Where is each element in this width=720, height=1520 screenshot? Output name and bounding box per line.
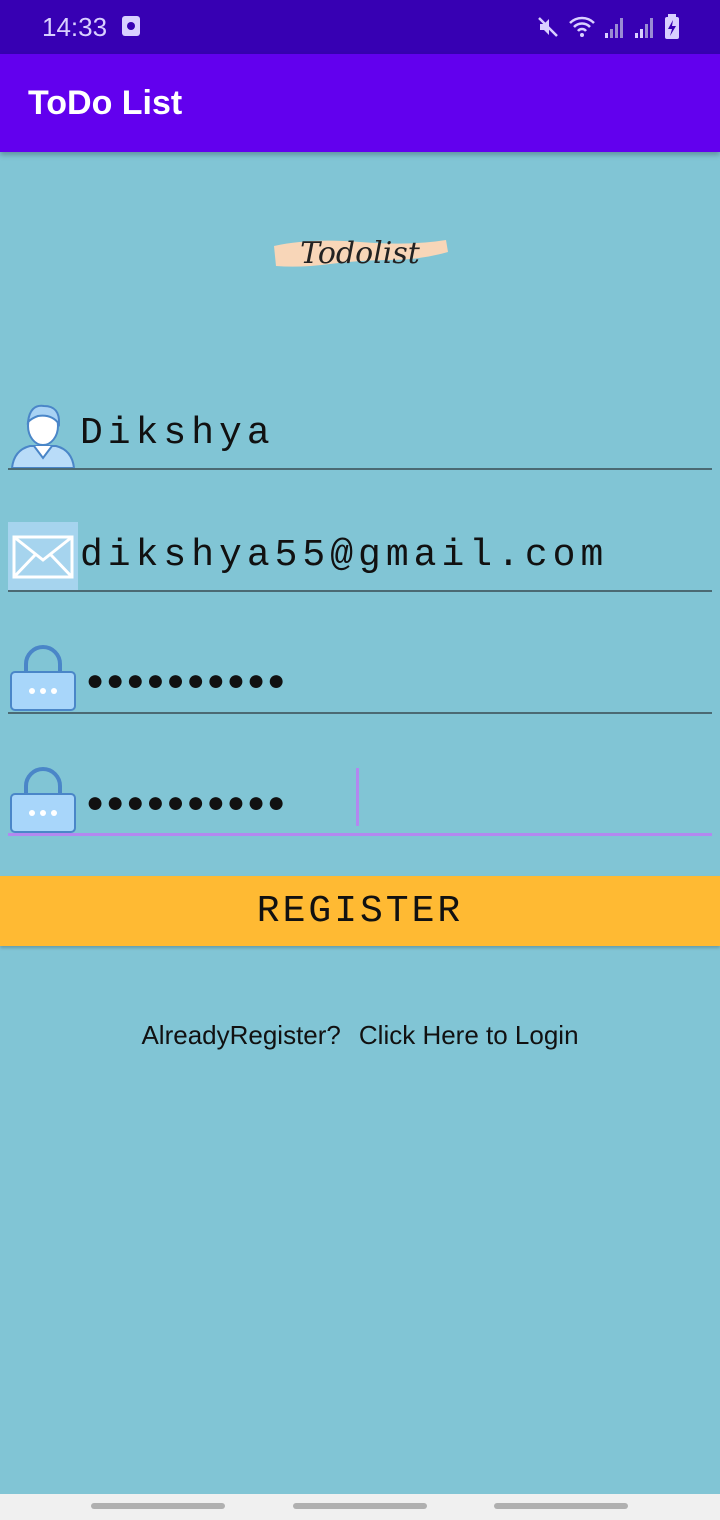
status-icons: [536, 14, 680, 40]
lock-icon: [10, 767, 76, 833]
username-field[interactable]: Dikshya: [8, 400, 712, 470]
login-link[interactable]: Click Here to Login: [359, 1020, 579, 1050]
username-underline: [8, 468, 712, 470]
password-field[interactable]: ●●●●●●●●●●: [8, 644, 712, 714]
battery-charging-icon: [665, 14, 679, 39]
app-logo: Todolist: [270, 230, 450, 278]
alarm-icon: [122, 16, 140, 36]
app-title: ToDo List: [28, 84, 183, 122]
home-button[interactable]: [293, 1503, 427, 1509]
confirm-password-value: ●●●●●●●●●●: [86, 786, 288, 819]
password-underline: [8, 712, 712, 714]
username-value: Dikshya: [80, 412, 275, 455]
back-button[interactable]: [494, 1503, 628, 1509]
register-button[interactable]: REGISTER: [0, 876, 720, 946]
email-value: dikshya55@gmail.com: [80, 534, 609, 577]
navigation-bar: [0, 1494, 720, 1520]
signal-icon: [605, 18, 623, 38]
wifi-icon: [569, 16, 595, 37]
password-value: ●●●●●●●●●●: [86, 664, 288, 697]
lock-icon: [10, 645, 76, 711]
email-underline: [8, 590, 712, 592]
confirm-password-underline: [8, 833, 712, 836]
email-icon: [8, 522, 78, 592]
mute-icon: [538, 17, 558, 37]
status-bar: 14:33: [0, 0, 720, 54]
email-field[interactable]: dikshya55@gmail.com: [8, 522, 712, 592]
status-time: 14:33: [42, 12, 108, 42]
logo-text: Todolist: [300, 236, 420, 271]
recents-button[interactable]: [91, 1503, 225, 1509]
confirm-password-field[interactable]: ●●●●●●●●●●: [8, 766, 712, 836]
already-registered-label: AlreadyRegister?: [141, 1020, 341, 1050]
app-bar: ToDo List: [0, 54, 720, 152]
login-prompt: AlreadyRegister? Click Here to Login: [0, 1020, 720, 1051]
signal-icon: [635, 18, 653, 38]
text-caret: [356, 768, 359, 826]
user-icon: [10, 404, 76, 469]
